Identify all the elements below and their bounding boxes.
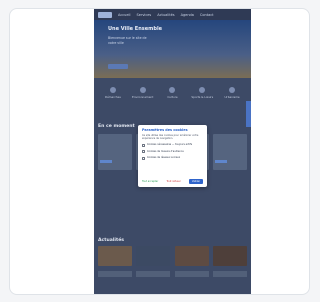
hero-banner: Une Ville Ensemble Bienvenue sur le site… — [94, 20, 251, 78]
nav-item[interactable]: Agenda — [181, 13, 194, 17]
checkbox[interactable] — [142, 150, 145, 154]
checkbox[interactable] — [142, 156, 145, 160]
quick-link[interactable]: Démarches — [102, 87, 124, 109]
cookie-dialog: Paramètres des cookies Ce site utilise d… — [138, 125, 207, 187]
option-label: Cookies de mesure d'audience — [147, 149, 184, 153]
preview-card: Accueil Services Actualités Agenda Conta… — [9, 8, 310, 295]
quick-link[interactable]: Environnement — [132, 87, 154, 109]
nav-item[interactable]: Services — [137, 13, 152, 17]
side-tab[interactable] — [246, 101, 251, 127]
checkbox[interactable] — [142, 143, 145, 147]
site-logo[interactable] — [98, 11, 112, 18]
quick-link[interactable]: Culture — [161, 87, 183, 109]
top-navigation: Accueil Services Actualités Agenda Conta… — [94, 9, 251, 20]
news-caption — [98, 271, 132, 277]
nav-item[interactable]: Actualités — [157, 13, 174, 17]
ball-icon — [199, 87, 206, 93]
nav-item[interactable]: Contact — [200, 13, 214, 17]
accept-all-link[interactable]: Tout accepter — [142, 180, 158, 183]
page-screenshot: Accueil Services Actualités Agenda Conta… — [94, 9, 251, 294]
news-caption — [174, 271, 209, 277]
cookie-option[interactable]: Cookies de réseaux sociaux — [142, 156, 203, 160]
card-tag — [214, 160, 227, 163]
hero-subtitle: Bienvenue sur le site de votre ville — [108, 36, 147, 45]
news-photos — [98, 246, 247, 266]
document-icon — [109, 87, 116, 93]
cookie-option[interactable]: Cookies nécessaires — toujours actifs — [142, 143, 203, 147]
section-title: En ce moment — [98, 124, 135, 129]
hero-button[interactable] — [108, 64, 128, 69]
news-captions — [98, 271, 247, 277]
hero-title: Une Ville Ensemble — [108, 26, 163, 32]
option-label: Cookies de réseaux sociaux — [147, 156, 181, 160]
card-tag — [100, 160, 112, 163]
refuse-all-link[interactable]: Tout refuser — [167, 180, 181, 183]
news-caption — [212, 271, 247, 277]
quick-link[interactable]: Urbanisme — [221, 87, 243, 109]
event-card[interactable] — [98, 134, 132, 170]
quick-link-label: Culture — [167, 95, 178, 99]
save-button[interactable]: Valider — [188, 179, 203, 184]
cookie-option[interactable]: Cookies de mesure d'audience — [142, 150, 203, 154]
dialog-text: Ce site utilise des cookies pour amélior… — [142, 134, 199, 141]
news-image[interactable] — [212, 246, 247, 266]
event-card[interactable] — [212, 134, 247, 170]
quick-link-label: Sports & Loisirs — [191, 95, 214, 99]
news-image[interactable] — [174, 246, 209, 266]
theater-icon — [169, 87, 176, 93]
building-icon — [229, 87, 236, 93]
leaf-icon — [139, 87, 146, 93]
quick-link[interactable]: Sports & Loisirs — [191, 87, 213, 109]
quick-link-label: Urbanisme — [224, 95, 240, 99]
news-caption — [136, 271, 171, 277]
option-label: Cookies nécessaires — toujours actifs — [147, 143, 193, 147]
nav-item[interactable]: Accueil — [118, 13, 131, 17]
quick-links: Démarches Environnement Culture Sports &… — [94, 87, 251, 109]
news-image[interactable] — [98, 246, 132, 266]
news-image[interactable] — [136, 246, 171, 266]
dialog-title: Paramètres des cookies — [142, 128, 188, 132]
quick-link-label: Démarches — [104, 95, 121, 99]
dialog-actions: Tout accepter Tout refuser Valider — [142, 179, 203, 184]
section-title: Actualités — [98, 238, 125, 243]
quick-link-label: Environnement — [132, 95, 154, 99]
